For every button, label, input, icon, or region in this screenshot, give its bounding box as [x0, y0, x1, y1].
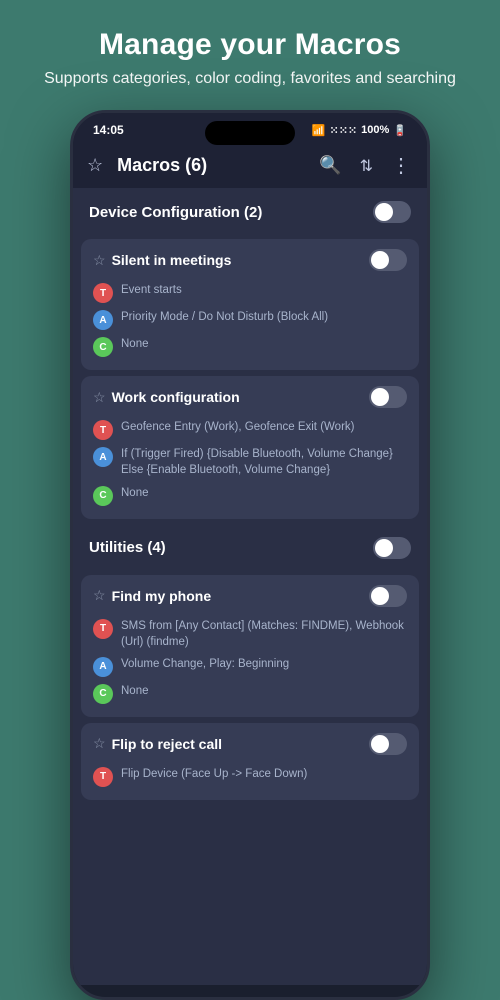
macro-card-flip-to-reject: ☆ Flip to reject call T Flip Device (Fac…	[81, 723, 419, 800]
macro-detail: A Volume Change, Play: Beginning	[93, 653, 407, 680]
category-header-device-config: Device Configuration (2)	[73, 189, 427, 235]
macro-toggle-silent-meetings[interactable]	[369, 249, 407, 271]
detail-text: Volume Change, Play: Beginning	[121, 656, 289, 672]
macro-detail: T Event starts	[93, 279, 407, 306]
macro-title-row: ☆ Work configuration	[93, 389, 240, 406]
macro-header: ☆ Flip to reject call	[93, 733, 407, 755]
badge-c: C	[93, 486, 113, 506]
macro-detail: T Flip Device (Face Up -> Face Down)	[93, 763, 407, 790]
battery-level: 100%	[361, 124, 389, 136]
macro-title-row: ☆ Flip to reject call	[93, 735, 222, 752]
detail-text: Geofence Entry (Work), Geofence Exit (Wo…	[121, 419, 354, 435]
macro-header: ☆ Silent in meetings	[93, 249, 407, 271]
badge-t: T	[93, 619, 113, 639]
phone-frame: 14:05 📶 ⁙⁙⁙ 100% 🪫 ☆ Macros (6) 🔍 ⇅ ⋮ De…	[70, 110, 430, 1000]
battery-icon: 🪫	[393, 124, 407, 137]
macro-title-row: ☆ Find my phone	[93, 587, 211, 604]
app-bar: ☆ Macros (6) 🔍 ⇅ ⋮	[73, 143, 427, 189]
macro-title: Work configuration	[112, 389, 240, 405]
app-title: Macros (6)	[117, 155, 307, 176]
macro-toggle-work-config[interactable]	[369, 386, 407, 408]
category-header-utilities: Utilities (4)	[73, 525, 427, 571]
detail-text: If (Trigger Fired) {Disable Bluetooth, V…	[121, 446, 407, 478]
macro-card-work-config: ☆ Work configuration T Geofence Entry (W…	[81, 376, 419, 518]
macro-star-icon[interactable]: ☆	[93, 735, 106, 752]
detail-text: Event starts	[121, 282, 182, 298]
badge-c: C	[93, 684, 113, 704]
macro-star-icon[interactable]: ☆	[93, 252, 106, 269]
badge-t: T	[93, 767, 113, 787]
app-header: Manage your Macros Supports categories, …	[14, 0, 486, 110]
macro-detail: C None	[93, 333, 407, 360]
search-icon[interactable]: 🔍	[317, 153, 343, 178]
category-title: Utilities (4)	[89, 539, 166, 556]
header-subtitle: Supports categories, color coding, favor…	[44, 68, 456, 90]
status-time: 14:05	[93, 123, 124, 137]
macros-list: Device Configuration (2) ☆ Silent in mee…	[73, 189, 427, 985]
macro-detail: A Priority Mode / Do Not Disturb (Block …	[93, 306, 407, 333]
header-title: Manage your Macros	[44, 28, 456, 62]
macro-toggle-find-my-phone[interactable]	[369, 585, 407, 607]
detail-text: Flip Device (Face Up -> Face Down)	[121, 766, 307, 782]
badge-c: C	[93, 337, 113, 357]
macro-title: Flip to reject call	[112, 736, 222, 752]
macro-detail: C None	[93, 482, 407, 509]
macro-header: ☆ Work configuration	[93, 386, 407, 408]
app-bar-actions: 🔍 ⇅ ⋮	[317, 151, 413, 180]
macro-detail: T Geofence Entry (Work), Geofence Exit (…	[93, 416, 407, 443]
detail-text: None	[121, 485, 149, 501]
detail-text: None	[121, 336, 149, 352]
dynamic-island	[205, 121, 295, 145]
badge-a: A	[93, 310, 113, 330]
status-icons: 📶 ⁙⁙⁙ 100% 🪫	[312, 124, 407, 137]
favorite-icon[interactable]: ☆	[87, 155, 103, 176]
badge-a: A	[93, 447, 113, 467]
category-toggle-device-config[interactable]	[373, 201, 411, 223]
signal-bars: ⁙⁙⁙	[330, 124, 358, 137]
macro-star-icon[interactable]: ☆	[93, 389, 106, 406]
wifi-icon: 📶	[312, 124, 326, 137]
detail-text: SMS from [Any Contact] (Matches: FINDME)…	[121, 618, 407, 650]
category-toggle-utilities[interactable]	[373, 537, 411, 559]
detail-text: None	[121, 683, 149, 699]
macro-title: Find my phone	[112, 588, 212, 604]
collapse-icon[interactable]: ⇅	[358, 154, 375, 178]
macro-toggle-flip-to-reject[interactable]	[369, 733, 407, 755]
badge-t: T	[93, 283, 113, 303]
macro-title: Silent in meetings	[112, 252, 232, 268]
macro-detail: C None	[93, 680, 407, 707]
detail-text: Priority Mode / Do Not Disturb (Block Al…	[121, 309, 328, 325]
badge-a: A	[93, 657, 113, 677]
macro-card-find-my-phone: ☆ Find my phone T SMS from [Any Contact]…	[81, 575, 419, 717]
macro-card-silent-meetings: ☆ Silent in meetings T Event starts A Pr…	[81, 239, 419, 370]
category-title: Device Configuration (2)	[89, 204, 262, 221]
more-options-icon[interactable]: ⋮	[389, 151, 413, 180]
macro-star-icon[interactable]: ☆	[93, 587, 106, 604]
macro-detail: T SMS from [Any Contact] (Matches: FINDM…	[93, 615, 407, 653]
macro-detail: A If (Trigger Fired) {Disable Bluetooth,…	[93, 443, 407, 481]
badge-t: T	[93, 420, 113, 440]
macro-title-row: ☆ Silent in meetings	[93, 252, 231, 269]
macro-header: ☆ Find my phone	[93, 585, 407, 607]
